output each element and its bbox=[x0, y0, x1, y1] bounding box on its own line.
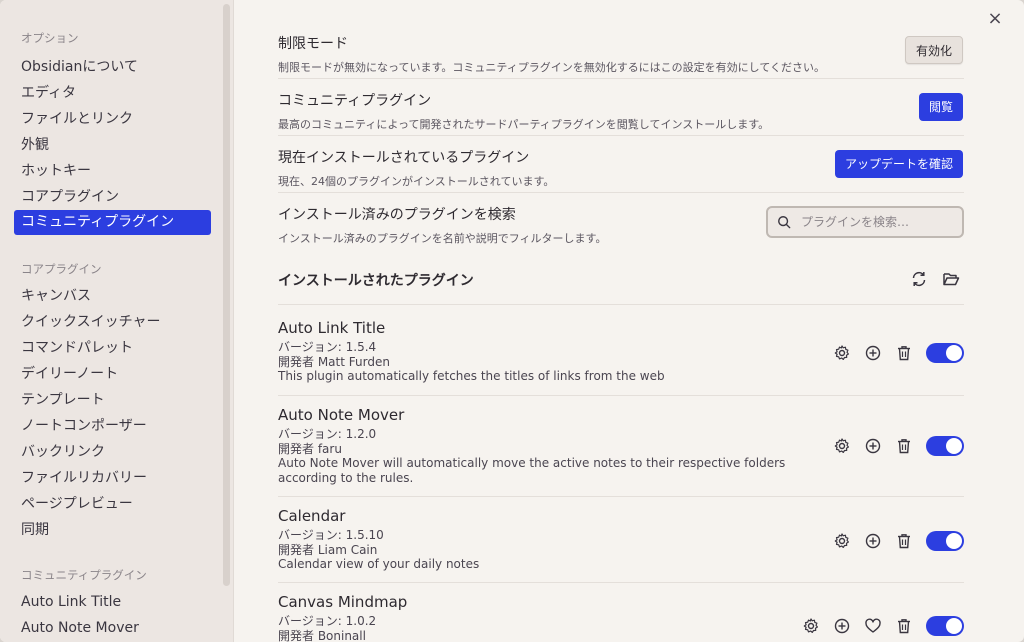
add-hotkey-icon[interactable] bbox=[864, 532, 882, 550]
plugin-name: Canvas Mindmap bbox=[278, 593, 408, 611]
sidebar-group-title-community-plugins: コミュニティプラグイン bbox=[21, 568, 147, 582]
enable-restricted-mode-button[interactable]: 有効化 bbox=[904, 36, 963, 64]
gear-icon[interactable] bbox=[833, 344, 851, 362]
setting-description: 制限モードが無効になっています。コミュニティプラグインを無効化するにはこの設定を… bbox=[278, 61, 826, 74]
sidebar-group-title-core-plugins: コアプラグイン bbox=[21, 262, 102, 276]
settings-content: 制限モード 制限モードが無効になっています。コミュニティプラグインを無効化するに… bbox=[278, 22, 964, 642]
sidebar-item-community-plugins[interactable]: コミュニティプラグイン bbox=[14, 210, 211, 235]
sidebar-item-auto-link-title[interactable]: Auto Link Title bbox=[0, 589, 221, 615]
plugin-description: Calendar view of your daily notes bbox=[278, 557, 480, 571]
sidebar-item-backlinks[interactable]: バックリンク bbox=[0, 439, 221, 465]
folder-open-icon[interactable] bbox=[942, 270, 960, 288]
settings-main: × 制限モード 制限モードが無効になっています。コミュニティプラグインを無効化す… bbox=[235, 0, 1024, 642]
sidebar-item-templates[interactable]: テンプレート bbox=[0, 387, 221, 413]
plugin-enable-toggle[interactable] bbox=[926, 616, 964, 636]
plugin-description: Auto Note Mover will automatically move … bbox=[278, 456, 786, 485]
search-placeholder: プラグインを検索… bbox=[801, 215, 910, 229]
sidebar-item-daily-notes[interactable]: デイリーノート bbox=[0, 361, 221, 387]
setting-description: 最高のコミュニティによって開発されたサードパーティプラグインを閲覧してインストー… bbox=[278, 118, 770, 131]
sidebar-scrollbar[interactable] bbox=[223, 4, 230, 586]
sidebar-item-appearance[interactable]: 外観 bbox=[0, 132, 221, 158]
setting-name: 制限モード bbox=[278, 36, 348, 52]
sidebar-item-auto-note-mover[interactable]: Auto Note Mover bbox=[0, 615, 221, 641]
sidebar-item-quick-switcher[interactable]: クイックスイッチャー bbox=[0, 309, 221, 335]
plugin-search-input[interactable]: プラグインを検索… bbox=[766, 206, 964, 238]
settings-sidebar: オプション Obsidianについて エディタ ファイルとリンク 外観 ホットキ… bbox=[0, 0, 234, 642]
gear-icon[interactable] bbox=[802, 617, 820, 635]
setting-restricted-mode: 制限モード 制限モードが無効になっています。コミュニティプラグインを無効化するに… bbox=[278, 22, 964, 79]
sidebar-item-command-palette[interactable]: コマンドパレット bbox=[0, 335, 221, 361]
heart-icon[interactable] bbox=[864, 617, 882, 635]
plugin-enable-toggle[interactable] bbox=[926, 531, 964, 551]
sidebar-item-hotkeys[interactable]: ホットキー bbox=[0, 158, 221, 184]
browse-plugins-button[interactable]: 閲覧 bbox=[918, 93, 963, 121]
plugin-name: Auto Note Mover bbox=[278, 406, 405, 424]
add-hotkey-icon[interactable] bbox=[864, 344, 882, 362]
sidebar-item-core-plugins[interactable]: コアプラグイン bbox=[0, 184, 221, 210]
refresh-icon[interactable] bbox=[910, 270, 928, 288]
plugin-enable-toggle[interactable] bbox=[926, 343, 964, 363]
gear-icon[interactable] bbox=[833, 437, 851, 455]
sidebar-item-sync[interactable]: 同期 bbox=[0, 517, 221, 543]
installed-plugins-heading: インストールされたプラグイン bbox=[278, 253, 964, 305]
sidebar-item-note-composer[interactable]: ノートコンポーザー bbox=[0, 413, 221, 439]
trash-icon[interactable] bbox=[895, 617, 913, 635]
plugin-enable-toggle[interactable] bbox=[926, 436, 964, 456]
setting-name: コミュニティプラグイン bbox=[278, 93, 432, 109]
section-title: インストールされたプラグイン bbox=[278, 273, 474, 289]
sidebar-item-editor[interactable]: エディタ bbox=[0, 80, 221, 106]
settings-window: オプション Obsidianについて エディタ ファイルとリンク 外観 ホットキ… bbox=[0, 0, 1024, 642]
sidebar-scroll-area: オプション Obsidianについて エディタ ファイルとリンク 外観 ホットキ… bbox=[0, 0, 221, 642]
check-updates-button[interactable]: アップデートを確認 bbox=[834, 150, 963, 178]
setting-community-plugins: コミュニティプラグイン 最高のコミュニティによって開発されたサードパーティプラグ… bbox=[278, 79, 964, 136]
sidebar-item-about[interactable]: Obsidianについて bbox=[0, 54, 221, 80]
sidebar-item-files-links[interactable]: ファイルとリンク bbox=[0, 106, 221, 132]
sidebar-item-page-preview[interactable]: ページプレビュー bbox=[0, 491, 221, 517]
close-icon[interactable]: × bbox=[986, 10, 1004, 28]
sidebar-item-canvas[interactable]: キャンバス bbox=[0, 283, 221, 309]
plugin-name: Auto Link Title bbox=[278, 319, 386, 337]
plugin-row-auto-note-mover: Auto Note Mover バージョン: 1.2.0 開発者 faru Au… bbox=[278, 396, 964, 497]
plugin-row-auto-link-title: Auto Link Title バージョン: 1.5.4 開発者 Matt Fu… bbox=[278, 305, 964, 396]
trash-icon[interactable] bbox=[895, 437, 913, 455]
add-hotkey-icon[interactable] bbox=[864, 437, 882, 455]
plugin-row-canvas-mindmap: Canvas Mindmap バージョン: 1.0.2 開発者 Boninall bbox=[278, 583, 964, 642]
trash-icon[interactable] bbox=[895, 532, 913, 550]
plugin-row-calendar: Calendar バージョン: 1.5.10 開発者 Liam Cain Cal… bbox=[278, 497, 964, 583]
add-hotkey-icon[interactable] bbox=[833, 617, 851, 635]
trash-icon[interactable] bbox=[895, 344, 913, 362]
plugin-description: This plugin automatically fetches the ti… bbox=[278, 369, 665, 383]
sidebar-item-file-recovery[interactable]: ファイルリカバリー bbox=[0, 465, 221, 491]
gear-icon[interactable] bbox=[833, 532, 851, 550]
sidebar-group-title-options: オプション bbox=[21, 31, 79, 45]
setting-search-plugins: インストール済みのプラグインを検索 インストール済みのプラグインを名前や説明でフ… bbox=[278, 193, 964, 253]
setting-installed-plugins: 現在インストールされているプラグイン 現在、24個のプラグインがインストールされ… bbox=[278, 136, 964, 193]
search-icon bbox=[778, 216, 791, 229]
plugin-name: Calendar bbox=[278, 507, 346, 525]
